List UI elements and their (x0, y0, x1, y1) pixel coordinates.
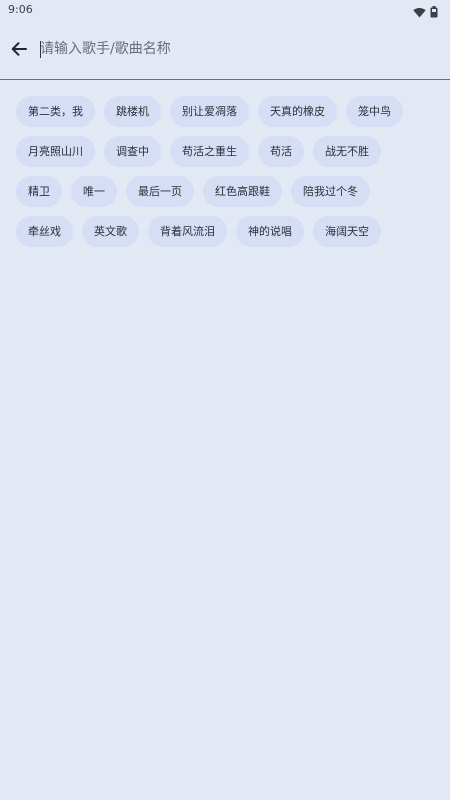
status-time: 9:06 (8, 3, 33, 16)
search-tag[interactable]: 跳楼机 (104, 96, 161, 127)
arrow-back-icon (11, 42, 27, 56)
search-tag[interactable]: 神的说唱 (236, 216, 304, 247)
tag-row: 月亮照山川 调查中 苟活之重生 苟活 战无不胜 (16, 136, 436, 167)
search-tag[interactable]: 战无不胜 (313, 136, 381, 167)
search-tag[interactable]: 最后一页 (126, 176, 194, 207)
search-tag[interactable]: 调查中 (104, 136, 161, 167)
tag-row: 第二类，我 跳楼机 别让爱凋落 天真的橡皮 笼中鸟 (16, 96, 436, 127)
search-tag[interactable]: 笼中鸟 (346, 96, 403, 127)
search-tag[interactable]: 背着风流泪 (148, 216, 227, 247)
text-cursor (40, 41, 41, 58)
search-tag[interactable]: 苟活之重生 (170, 136, 249, 167)
search-tag[interactable]: 别让爱凋落 (170, 96, 249, 127)
back-button[interactable] (6, 36, 32, 62)
search-tag[interactable]: 苟活 (258, 136, 304, 167)
search-tag[interactable]: 第二类，我 (16, 96, 95, 127)
status-bar: 9:06 (0, 0, 450, 20)
search-tag[interactable]: 唯一 (71, 176, 117, 207)
search-tag[interactable]: 牵丝戏 (16, 216, 73, 247)
tag-row: 牵丝戏 英文歌 背着风流泪 神的说唱 海阔天空 (16, 216, 436, 247)
search-tag[interactable]: 陪我过个冬 (291, 176, 370, 207)
search-tag[interactable]: 海阔天空 (313, 216, 381, 247)
hot-search-tags: 第二类，我 跳楼机 别让爱凋落 天真的橡皮 笼中鸟 月亮照山川 调查中 苟活之重… (16, 96, 436, 256)
search-tag[interactable]: 天真的橡皮 (258, 96, 337, 127)
tag-row: 精卫 唯一 最后一页 红色高跟鞋 陪我过个冬 (16, 176, 436, 207)
search-tag[interactable]: 英文歌 (82, 216, 139, 247)
search-tag[interactable]: 月亮照山川 (16, 136, 95, 167)
search-input[interactable] (40, 37, 430, 61)
search-tag[interactable]: 精卫 (16, 176, 62, 207)
search-tag[interactable]: 红色高跟鞋 (203, 176, 282, 207)
search-bar (0, 20, 450, 80)
